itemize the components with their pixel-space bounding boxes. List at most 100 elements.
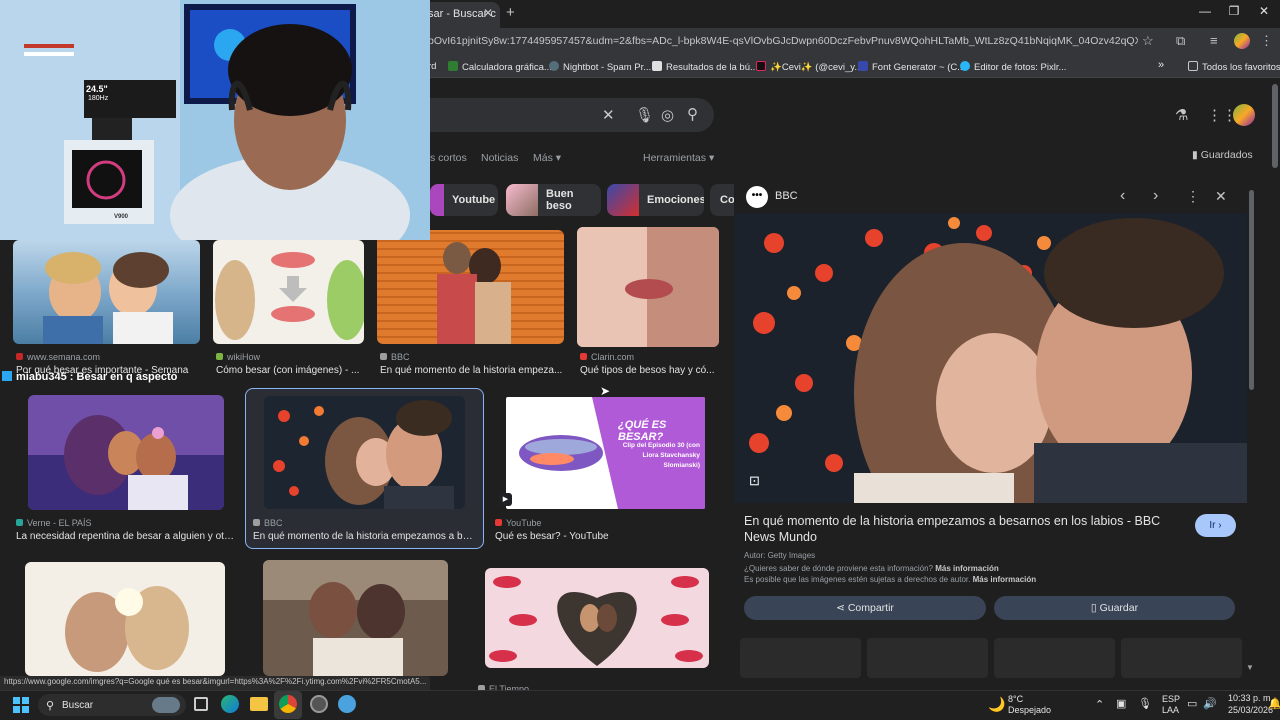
result-image[interactable] (13, 240, 200, 344)
maximize-icon[interactable]: ❐ (1224, 4, 1244, 18)
taskbar-search[interactable]: ⚲ Buscar (38, 694, 186, 716)
page-scrollbar[interactable] (1272, 84, 1278, 168)
clock-time[interactable]: 10:33 p. m. (1228, 693, 1273, 703)
menu-icon[interactable]: ⋮ (1260, 33, 1273, 49)
prev-icon[interactable]: ‹ (1120, 187, 1125, 205)
close-panel-icon[interactable]: ✕ (1215, 188, 1227, 205)
mic-tray-icon[interactable]: 🎙 (1138, 697, 1152, 710)
bookmark-item[interactable]: Calculadora gráfica... (448, 61, 552, 73)
result-caption[interactable]: En qué momento de la historia empezamos … (253, 531, 475, 542)
language-indicator[interactable]: ESP (1162, 694, 1180, 704)
share-button[interactable]: ⋖ Compartir (744, 596, 986, 620)
edge-icon[interactable] (221, 695, 239, 713)
star-icon[interactable]: ☆ (1142, 33, 1154, 49)
result-source: Verne - EL PAÍS (16, 518, 92, 528)
windows-start-icon[interactable] (13, 697, 29, 713)
result-image[interactable] (377, 230, 564, 344)
chrome-icon[interactable] (279, 695, 297, 713)
clock-date[interactable]: 25/03/2026 (1228, 705, 1273, 715)
monitor-sublabel: 180Hz (88, 95, 109, 102)
keyboard-layout[interactable]: LAA (1162, 705, 1179, 715)
semana-icon (16, 353, 23, 360)
mouse-cursor-icon: ➤ (600, 384, 611, 398)
bookmark-item[interactable]: Nightbot - Spam Pr... (549, 61, 651, 73)
panel-info: ¿Quieres saber de dónde proviene esta in… (744, 564, 999, 573)
chip-emociones[interactable]: Emociones (607, 184, 704, 216)
result-image[interactable] (263, 560, 448, 676)
bookmark-item[interactable]: Resultados de la bú... (652, 61, 758, 73)
result-image[interactable] (485, 568, 709, 668)
labs-icon[interactable]: ⚗ (1175, 106, 1188, 124)
save-button[interactable]: ▯ Guardar (994, 596, 1235, 620)
tab-short-videos[interactable]: s cortos (430, 152, 467, 164)
result-caption[interactable]: En qué momento de la historia empeza... (380, 365, 564, 376)
volume-icon[interactable]: 🔊 (1203, 697, 1217, 710)
result-caption[interactable]: La necesidad repentina de besar a alguie… (16, 531, 234, 542)
lens-search-icon[interactable]: ⊡ (749, 473, 760, 489)
result-caption[interactable]: Qué tipos de besos hay y có... (580, 365, 720, 376)
tab-more[interactable]: Más ▾ (533, 152, 561, 164)
tray-app-icon[interactable]: ▣ (1116, 697, 1126, 710)
result-image[interactable] (25, 562, 225, 676)
bookmarks-overflow[interactable]: » (1158, 59, 1164, 71)
saved-button[interactable]: ▮ Guardados (1192, 149, 1253, 161)
obs-icon[interactable] (310, 695, 328, 713)
result-image[interactable] (577, 227, 719, 347)
url-field[interactable]: bOvI61pjnitSy8w:1774495957457&udm=2&fbs=… (428, 35, 1138, 47)
chip-youtube[interactable]: Youtube (430, 184, 498, 216)
result-caption[interactable]: Cómo besar (con imágenes) - ... (216, 365, 366, 376)
panel-image[interactable] (734, 213, 1247, 503)
account-avatar[interactable] (1233, 104, 1255, 126)
minimize-icon[interactable]: — (1195, 4, 1215, 18)
search-icon[interactable]: ⚲ (687, 105, 698, 123)
lens-icon[interactable]: ◎ (661, 106, 674, 124)
bookmark-item[interactable]: Editor de fotos: Pixlr... (960, 61, 1066, 73)
extensions-icon[interactable]: ⧉ (1176, 33, 1185, 49)
clear-icon[interactable]: ✕ (602, 106, 615, 124)
desmos-icon (448, 61, 458, 71)
scroll-down-icon[interactable]: ▼ (1246, 663, 1254, 672)
tab-close-icon[interactable]: ✕ (483, 6, 493, 20)
bookmark-item[interactable]: ✨Cevi✨ (@cevi_y... (756, 61, 862, 73)
app-icon[interactable] (338, 695, 356, 713)
tray-chevron-icon[interactable]: ⌃ (1095, 698, 1104, 711)
task-view-icon[interactable] (194, 697, 208, 711)
youtube-icon (495, 519, 502, 526)
info-link[interactable]: Más información (973, 575, 1037, 584)
profile-avatar[interactable] (1234, 33, 1250, 49)
panel-title[interactable]: En qué momento de la historia empezamos … (744, 513, 1184, 545)
result-source: YouTube (495, 518, 541, 528)
result-image[interactable] (28, 395, 224, 510)
media-icon[interactable]: ≡ (1210, 33, 1218, 48)
next-icon[interactable]: › (1153, 187, 1158, 205)
bookmark-item[interactable]: Font Generator ~ (C... (858, 61, 965, 73)
tools-button[interactable]: Herramientas ▾ (643, 152, 714, 164)
chip-more[interactable]: Co (710, 184, 734, 216)
all-favorites[interactable]: Todos los favoritos (1188, 61, 1280, 73)
status-url: https://www.google.com/imgres?q=Google q… (0, 676, 431, 690)
close-window-icon[interactable]: ✕ (1254, 4, 1274, 18)
thumb-title: ¿QUÉ ES BESAR? (618, 419, 667, 443)
file-explorer-icon[interactable] (250, 697, 268, 711)
visit-button[interactable]: Ir › (1195, 514, 1236, 537)
tab-news[interactable]: Noticias (481, 152, 518, 164)
chip-thumb (607, 184, 639, 216)
wikihow-illustration (215, 252, 364, 340)
result-image[interactable] (213, 240, 364, 344)
mic-icon[interactable]: 🎙 (635, 106, 654, 124)
notifications-icon[interactable]: 🔔 (1268, 697, 1280, 710)
more-options-icon[interactable]: ⋮ (1186, 188, 1200, 205)
info-link[interactable]: Más información (935, 564, 999, 573)
case-label: V900 (114, 214, 129, 220)
panel-scrollbar[interactable] (1249, 190, 1254, 390)
chat-icon (2, 371, 12, 381)
video-play-icon: ▶ (499, 493, 512, 506)
related-skeleton (1121, 638, 1242, 678)
result-image[interactable] (264, 396, 465, 509)
new-tab-button[interactable]: + (506, 4, 515, 21)
network-icon[interactable]: ▭ (1187, 697, 1197, 710)
chip-buen-beso[interactable]: Buen beso (506, 184, 601, 216)
result-image[interactable]: ¿QUÉ ES BESAR? Clip del Episodio 30 (con… (506, 397, 705, 509)
result-caption[interactable]: Qué es besar? - YouTube (495, 531, 705, 542)
panel-source[interactable]: BBC (775, 190, 798, 202)
